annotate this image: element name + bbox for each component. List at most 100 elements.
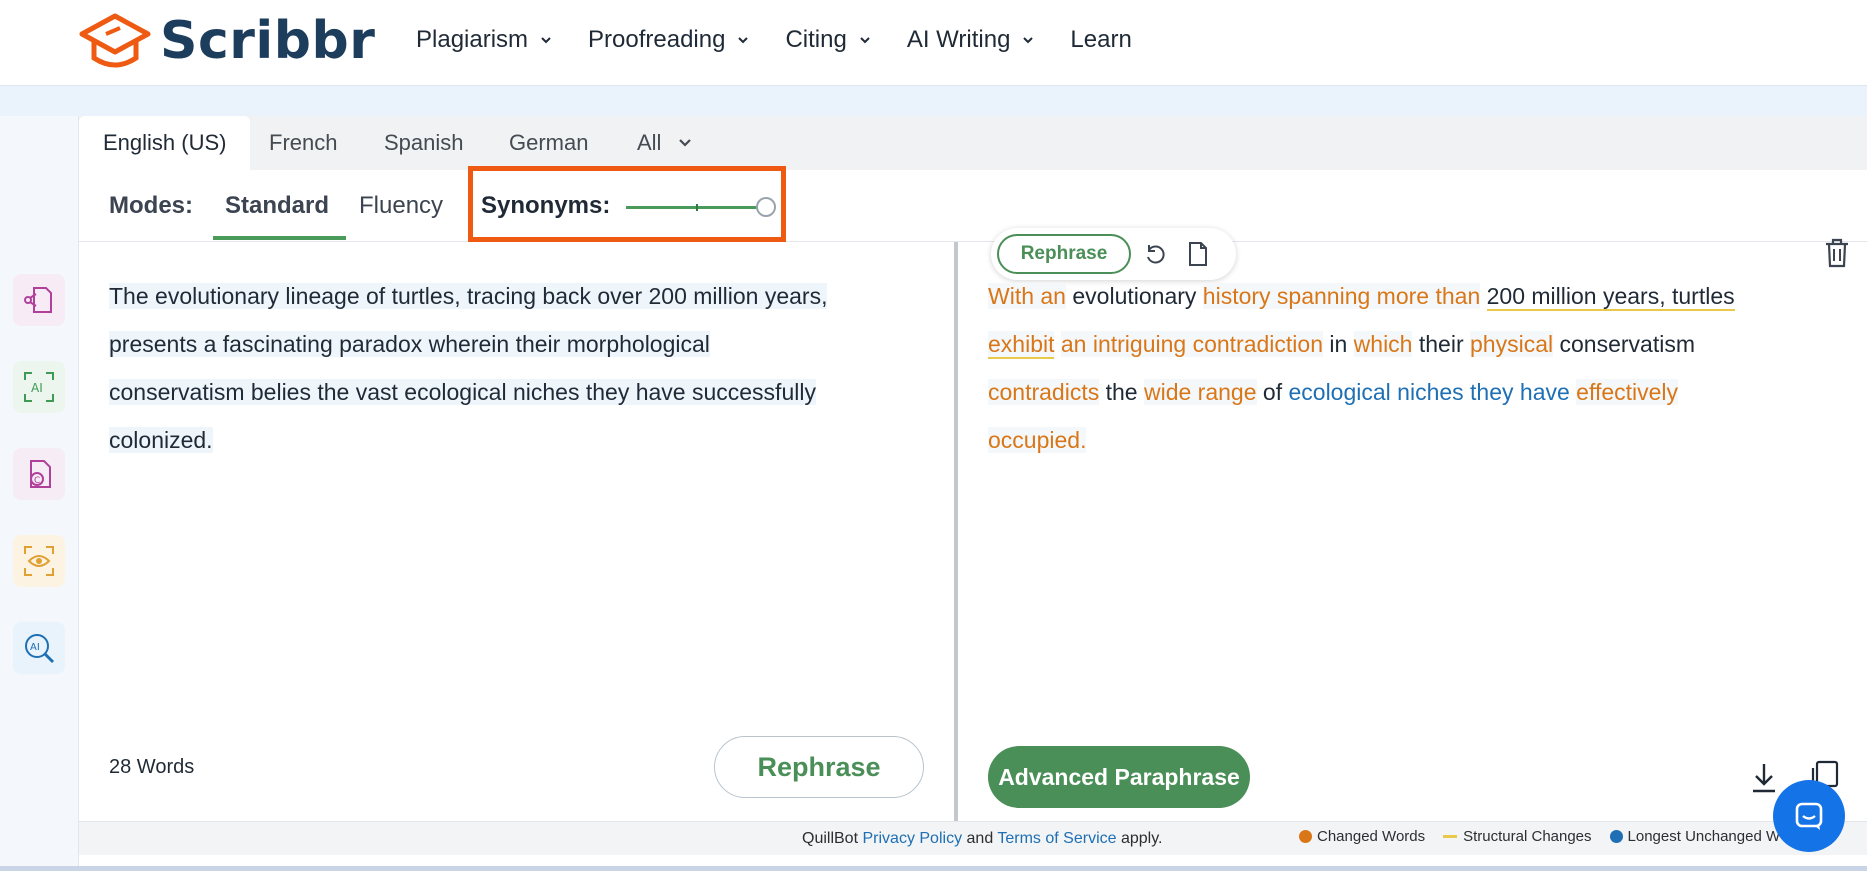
changed-word[interactable]: an intriguing contradiction [1060, 331, 1323, 357]
changed-word[interactable]: With an [988, 283, 1066, 309]
nav-citing[interactable]: Citing [785, 22, 870, 58]
longest-unchanged-words[interactable]: ecological niches they have [1288, 379, 1569, 405]
nav-proofreading-label: Proofreading [588, 26, 726, 53]
changed-word[interactable]: history spanning more than [1202, 283, 1481, 309]
nav-plagiarism-label: Plagiarism [416, 26, 529, 53]
graduation-cap-icon [79, 13, 151, 68]
language-tabs: English (US) French Spanish German All [79, 116, 1867, 170]
ai-search-tool-button[interactable]: AI [13, 622, 65, 674]
nav-ai-writing-label: AI Writing [906, 26, 1011, 53]
paraphraser-tool-button[interactable] [13, 274, 65, 326]
rephrase-sentence-button[interactable]: Rephrase [997, 234, 1131, 274]
pane-divider[interactable] [954, 242, 958, 821]
mode-fluency[interactable]: Fluency [359, 192, 443, 220]
chevron-down-icon [1023, 37, 1034, 44]
changed-word[interactable]: wide range [1143, 379, 1257, 405]
apply-label: apply. [1120, 830, 1163, 847]
modes-label: Modes: [109, 192, 193, 219]
unchanged-word[interactable]: their [1419, 331, 1464, 357]
tab-all[interactable]: All [637, 116, 693, 170]
nav-citing-label: Citing [785, 26, 847, 53]
unchanged-word[interactable]: evolutionary [1072, 283, 1196, 309]
proofreader-tool-button[interactable] [13, 535, 65, 587]
advanced-paraphrase-button[interactable]: Advanced Paraphrase [988, 746, 1250, 808]
structural-change[interactable]: 200 million years, turtles [1486, 283, 1735, 311]
undo-icon[interactable] [1143, 242, 1167, 266]
plagiarism-tool-button[interactable]: C [13, 448, 65, 500]
input-line: colonized. [109, 427, 213, 453]
terms-notice: QuillBot Privacy Policy and Terms of Ser… [802, 830, 1162, 848]
unchanged-word[interactable]: in [1329, 331, 1347, 357]
paraphraser-panel: English (US) French Spanish German All M… [79, 116, 1867, 871]
legend-label: Structural Changes [1463, 828, 1592, 845]
main-nav: Plagiarism Proofreading Citing AI Writin… [416, 22, 1168, 58]
terms-of-service-link[interactable]: Terms of Service [997, 830, 1116, 847]
output-text-area[interactable]: With an evolutionary history spanning mo… [988, 272, 1848, 464]
tab-all-label: All [637, 130, 662, 155]
scribbr-logo[interactable]: Scribbr [76, 8, 375, 74]
input-text-area[interactable]: The evolutionary lineage of turtles, tra… [109, 272, 899, 464]
chat-icon [1795, 802, 1823, 830]
changed-word[interactable]: which [1353, 331, 1413, 357]
legend-label: Changed Words [1317, 828, 1426, 845]
bottom-edge [0, 866, 1867, 871]
tab-german[interactable]: German [509, 116, 588, 170]
ai-search-icon: AI [25, 634, 55, 664]
document-icon[interactable] [1187, 241, 1209, 267]
legend-label: Longest Unchanged W [1627, 828, 1781, 845]
changed-word[interactable]: occupied. [988, 427, 1087, 453]
brand-name: Scribbr [160, 11, 376, 71]
legend-longest-unchanged: Longest Unchanged W [1609, 828, 1781, 845]
header-band [0, 86, 1867, 116]
chevron-down-icon [541, 37, 551, 44]
active-mode-indicator [213, 236, 346, 240]
download-icon[interactable] [1749, 762, 1779, 794]
changed-word[interactable]: effectively [1576, 379, 1679, 405]
chevron-down-icon [860, 37, 870, 44]
legend-changed-words: Changed Words [1299, 828, 1425, 845]
chevron-down-icon [679, 139, 692, 147]
and-label: and [966, 830, 994, 847]
nav-learn-label: Learn [1070, 26, 1132, 53]
nav-ai-writing[interactable]: AI Writing [907, 22, 1035, 58]
privacy-policy-link[interactable]: Privacy Policy [862, 830, 962, 847]
chat-launcher-button[interactable] [1773, 780, 1845, 852]
synonyms-slider-handle[interactable] [756, 197, 776, 217]
tab-english-us[interactable]: English (US) [79, 116, 251, 170]
rephrase-button[interactable]: Rephrase [714, 736, 924, 798]
input-line: presents a fascinating paradox wherein t… [109, 331, 710, 357]
ai-detector-tool-button[interactable]: AI [13, 361, 65, 413]
nav-learn[interactable]: Learn [1070, 22, 1131, 58]
top-navbar: Scribbr Plagiarism Proofreading Citing A… [0, 0, 1867, 86]
unchanged-word[interactable]: the [1106, 379, 1138, 405]
trash-icon[interactable] [1824, 238, 1850, 268]
input-line: conservatism belies the vast ecological … [109, 379, 816, 405]
unchanged-word[interactable]: of [1263, 379, 1282, 405]
legend-dot-blue [1609, 830, 1623, 843]
tab-french[interactable]: French [269, 116, 337, 170]
tab-spanish[interactable]: Spanish [384, 116, 464, 170]
paraphraser-icon [24, 287, 52, 313]
synonyms-label: Synonyms: [481, 192, 611, 219]
changed-word[interactable]: physical [1470, 331, 1554, 357]
nav-proofreading[interactable]: Proofreading [588, 22, 749, 58]
changed-word[interactable]: exhibit [988, 331, 1055, 359]
unchanged-word[interactable]: conservatism [1560, 331, 1695, 357]
legend-dot-orange [1299, 830, 1312, 843]
plagiarism-checker-icon: C [30, 460, 51, 488]
mode-standard[interactable]: Standard [225, 192, 329, 220]
svg-text:AI: AI [30, 642, 40, 653]
slider-tick [696, 204, 698, 211]
legend-structural-changes: Structural Changes [1443, 828, 1592, 845]
quillbot-label: QuillBot [802, 830, 859, 847]
nav-plagiarism[interactable]: Plagiarism [416, 22, 552, 58]
svg-text:AI: AI [31, 381, 43, 395]
modes-bar: Modes: Standard Fluency Synonyms: [79, 166, 1867, 268]
tool-sidebar: AI C AI [0, 116, 79, 871]
input-line: The evolutionary lineage of turtles, tra… [109, 283, 828, 309]
word-count: 28 Words [109, 756, 195, 778]
color-legend: Changed Words Structural Changes Longest… [1299, 828, 1798, 845]
chevron-down-icon [738, 37, 749, 44]
changed-word[interactable]: contradicts [988, 379, 1100, 405]
legend-dash-yellow [1443, 835, 1458, 838]
